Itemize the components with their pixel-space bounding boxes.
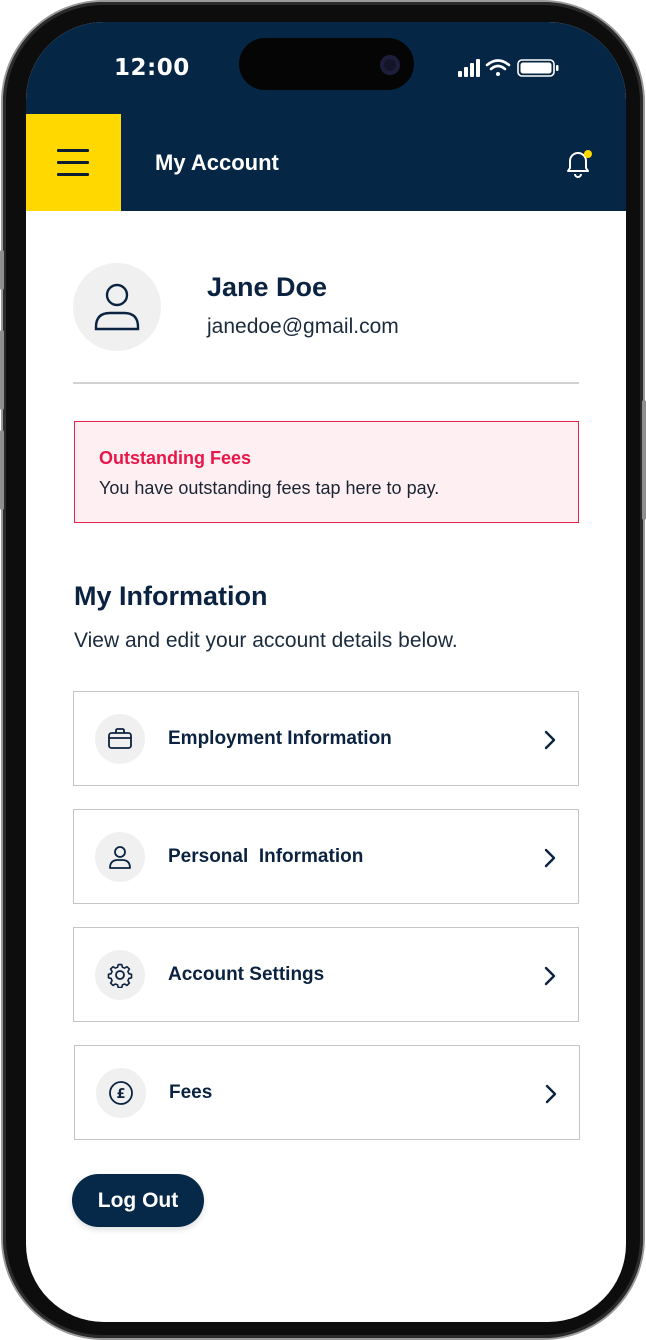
section-subtitle: View and edit your account details below… <box>74 629 458 652</box>
profile-email: janedoe@gmail.com <box>207 315 399 338</box>
signal-icon <box>458 59 480 77</box>
briefcase-icon <box>108 728 132 749</box>
chevron-right-icon <box>545 1084 557 1104</box>
section-title: My Information <box>74 581 268 611</box>
hamburger-icon <box>57 149 89 152</box>
side-button <box>0 430 4 510</box>
camera-icon <box>380 55 400 75</box>
outstanding-fees-alert[interactable]: Outstanding Fees You have outstanding fe… <box>74 421 579 523</box>
card-label: Personal Information <box>168 846 364 867</box>
log-out-button[interactable]: Log Out <box>72 1174 204 1227</box>
side-button <box>0 330 4 410</box>
profile-name: Jane Doe <box>207 272 328 302</box>
notification-dot <box>584 150 592 158</box>
card-label: Account Settings <box>168 964 325 985</box>
alert-message: You have outstanding fees tap here to pa… <box>99 478 440 498</box>
alert-title: Outstanding Fees <box>99 448 252 468</box>
card-icon-circle <box>95 714 145 764</box>
employment-information-card[interactable]: Employment Information <box>73 691 579 786</box>
notification-bell-button[interactable] <box>561 146 595 180</box>
fees-card[interactable]: £ Fees <box>74 1045 580 1140</box>
user-icon <box>94 283 140 331</box>
gear-icon <box>107 963 133 988</box>
phone-frame: 12:00 My Account Jane Doe janedoe@gmail.… <box>3 2 643 1338</box>
chevron-right-icon <box>544 730 556 750</box>
card-icon-circle: £ <box>96 1068 146 1118</box>
avatar <box>73 263 161 351</box>
account-settings-card[interactable]: Account Settings <box>73 927 579 1022</box>
hamburger-icon <box>57 173 89 176</box>
hamburger-icon <box>57 161 89 164</box>
card-label: Fees <box>169 1082 213 1103</box>
wifi-icon <box>485 59 511 76</box>
menu-button[interactable] <box>26 114 121 211</box>
card-icon-circle <box>95 950 145 1000</box>
chevron-right-icon <box>544 848 556 868</box>
app-screen: 12:00 My Account Jane Doe janedoe@gmail.… <box>26 22 626 1322</box>
side-button <box>0 250 4 290</box>
chevron-right-icon <box>544 966 556 986</box>
card-label: Employment Information <box>168 728 392 749</box>
divider <box>73 382 579 384</box>
svg-text:£: £ <box>116 1087 125 1102</box>
card-icon-circle <box>95 832 145 882</box>
status-bar: 12:00 <box>26 22 626 114</box>
pound-icon: £ <box>109 1081 133 1105</box>
personal-information-card[interactable]: Personal Information <box>73 809 579 904</box>
status-icons <box>458 59 559 77</box>
status-time: 12:00 <box>114 55 190 81</box>
side-button <box>642 400 646 520</box>
page-title: My Account <box>155 150 279 175</box>
app-header: My Account <box>26 114 626 211</box>
user-icon <box>109 846 131 869</box>
battery-icon <box>517 59 559 77</box>
